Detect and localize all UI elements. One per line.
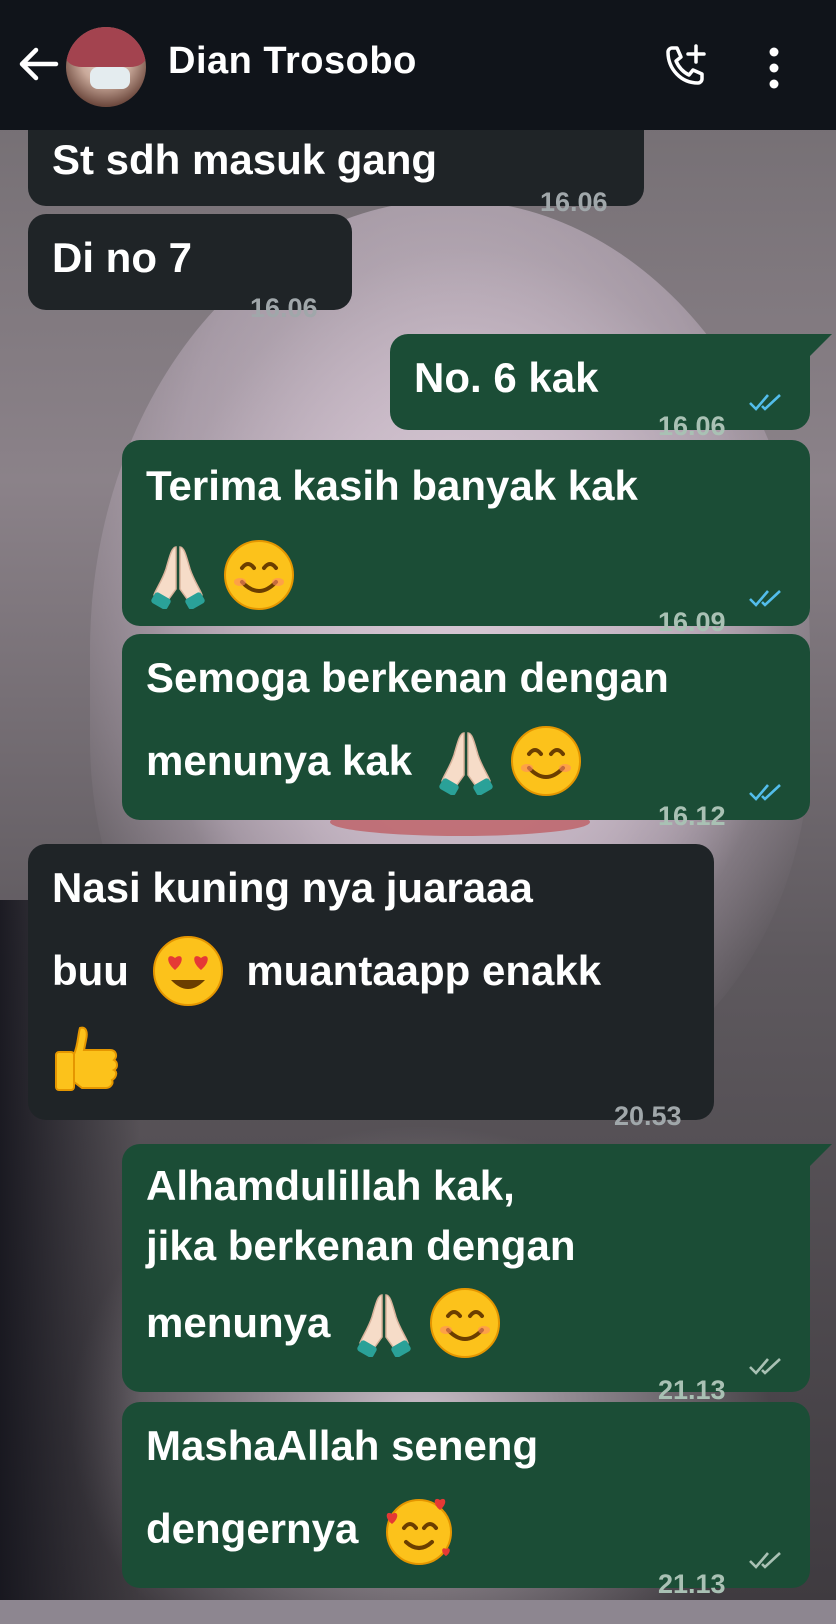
- smiling-face-icon: [223, 539, 294, 610]
- message-text-line: jika berkenan dengan: [146, 1222, 576, 1269]
- smiling-face-icon: [429, 1287, 500, 1358]
- message-text-line: Semoga berkenan dengan: [146, 654, 669, 701]
- message-line-2: menunya kak: [146, 718, 583, 801]
- bubble-tail: [810, 1144, 832, 1166]
- back-arrow-icon[interactable]: [16, 42, 60, 86]
- avatar-hijab: [66, 27, 146, 67]
- message-line-2: dengernya: [146, 1486, 458, 1569]
- read-receipt-icon: [749, 590, 781, 607]
- message-text-line: dengernya: [146, 1504, 359, 1552]
- smiling-face-with-hearts-icon: [386, 1498, 453, 1565]
- message-incoming[interactable]: Nasi kuning nya juaraaa buu muantaapp en…: [28, 844, 714, 1131]
- message-outgoing[interactable]: Semoga berkenan dengan menunya kak 16.12: [122, 634, 810, 831]
- avatar[interactable]: [66, 27, 146, 107]
- message-text-line: menunya: [146, 1298, 331, 1346]
- message-outgoing[interactable]: Terima kasih banyak kak 16.09: [122, 440, 810, 637]
- message-text-line: MashaAllah seneng: [146, 1422, 539, 1469]
- contact-name[interactable]: Dian Trosobo: [168, 40, 417, 83]
- emoji-row: [146, 532, 296, 610]
- smiling-face-icon: [511, 725, 582, 796]
- message-text-line: menunya kak: [146, 736, 413, 784]
- message-incoming[interactable]: St sdh masuk gang 16.06: [28, 118, 644, 217]
- folded-hands-icon: [357, 1294, 411, 1357]
- message-line-2: buu muantaapp enakk: [52, 928, 601, 1011]
- bubble-tail: [810, 334, 832, 356]
- message-text-line: Nasi kuning nya juaraaa: [52, 864, 533, 911]
- folded-hands-icon: [151, 546, 205, 609]
- message-outgoing[interactable]: No. 6 kak 16.06: [390, 334, 810, 441]
- avatar-mask: [90, 67, 130, 89]
- message-text: Terima kasih banyak kak: [146, 462, 638, 509]
- message-text-line: muantaapp enakk: [246, 946, 602, 994]
- message-time: 21.13: [658, 1569, 726, 1599]
- message-incoming[interactable]: Di no 7 16.06: [28, 214, 352, 323]
- message-time: 16.06: [540, 187, 608, 217]
- message-outgoing[interactable]: Alhamdulillah kak, jika berkenan dengan …: [122, 1144, 810, 1405]
- delivered-receipt-icon: [749, 1358, 781, 1375]
- message-line-3: menunya: [146, 1280, 502, 1363]
- message-time: 16.06: [250, 293, 318, 323]
- delivered-receipt-icon: [749, 1552, 781, 1569]
- read-receipt-icon: [749, 394, 781, 411]
- read-receipt-icon: [749, 784, 781, 801]
- message-text: No. 6 kak: [414, 354, 599, 401]
- message-text: St sdh masuk gang: [52, 136, 438, 183]
- thumbs-up-icon: [55, 1026, 118, 1091]
- message-outgoing[interactable]: MashaAllah seneng dengernya 21.13: [122, 1402, 810, 1599]
- add-call-icon[interactable]: [660, 42, 708, 90]
- heart-eyes-face-icon: [152, 935, 223, 1006]
- folded-hands-icon: [439, 732, 493, 795]
- chat-header: Dian Trosobo: [0, 0, 836, 130]
- message-text: Di no 7: [52, 234, 193, 281]
- more-vert-icon[interactable]: [762, 44, 786, 92]
- message-text-line: buu: [52, 946, 129, 994]
